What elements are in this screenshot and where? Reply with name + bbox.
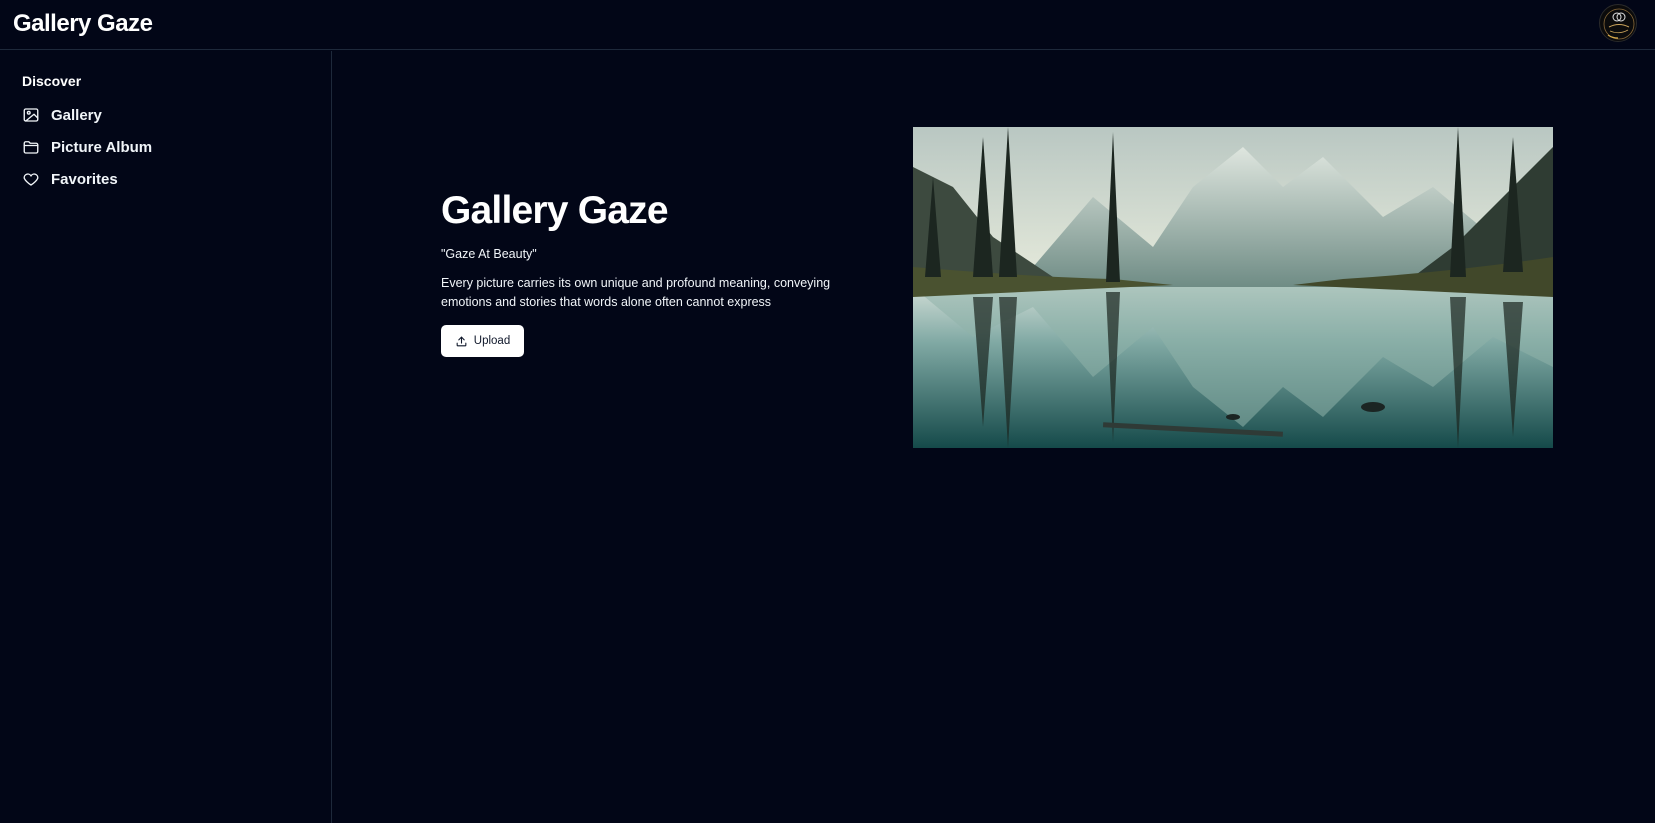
image-icon <box>22 106 40 124</box>
sidebar-item-favorites[interactable]: Favorites <box>22 165 312 193</box>
section-heading-discover: Discover <box>22 73 82 89</box>
top-bar: Gallery Gaze <box>0 0 1655 50</box>
upload-button[interactable]: Upload <box>441 325 524 357</box>
sidebar: Discover Gallery Picture Album Favorites <box>0 51 332 823</box>
sidebar-item-picture-album[interactable]: Picture Album <box>22 133 312 161</box>
hero-image <box>913 127 1553 448</box>
heart-icon <box>22 170 40 188</box>
hero-tagline: "Gaze At Beauty" <box>441 247 537 261</box>
sidebar-item-label: Gallery <box>51 106 102 124</box>
sidebar-item-gallery[interactable]: Gallery <box>22 101 312 129</box>
sidebar-item-label: Favorites <box>51 170 118 188</box>
upload-icon <box>456 336 467 346</box>
sidebar-item-label: Picture Album <box>51 138 153 156</box>
gallery-gaze-logo-icon <box>1601 6 1636 41</box>
app-title[interactable]: Gallery Gaze <box>13 8 153 40</box>
avatar[interactable] <box>1599 4 1637 42</box>
hero-description: Every picture carries its own unique and… <box>441 276 831 309</box>
hero-title: Gallery Gaze <box>441 189 669 232</box>
upload-button-label: Upload <box>473 335 511 347</box>
hero-section: Gallery Gaze "Gaze At Beauty" Every pict… <box>441 185 871 357</box>
folder-icon <box>22 138 40 156</box>
